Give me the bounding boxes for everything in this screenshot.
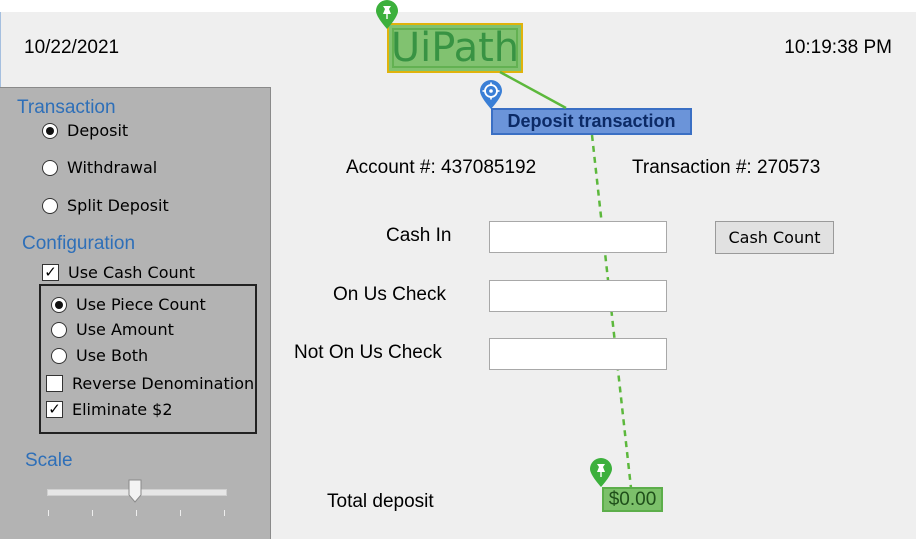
- eliminate-two-label: Eliminate $2: [72, 400, 173, 419]
- checkbox-unchecked-icon[interactable]: [46, 375, 63, 392]
- scale-section-title: Scale: [25, 450, 73, 471]
- radio-empty-icon[interactable]: [51, 321, 67, 338]
- total-deposit-value[interactable]: $0.00: [602, 487, 663, 512]
- radio-split-deposit-label: Split Deposit: [67, 196, 169, 215]
- radio-empty-icon[interactable]: [42, 197, 58, 214]
- radio-withdrawal[interactable]: Withdrawal: [42, 158, 157, 177]
- use-cash-count-label: Use Cash Count: [68, 263, 196, 282]
- slider-tick: [180, 510, 181, 516]
- slider-tick: [48, 510, 49, 516]
- use-amount-label: Use Amount: [76, 320, 174, 339]
- radio-use-amount[interactable]: Use Amount: [51, 320, 174, 339]
- checkbox-eliminate-two[interactable]: ✓ Eliminate $2: [46, 400, 173, 419]
- on-us-check-input[interactable]: [489, 280, 667, 312]
- radio-empty-icon[interactable]: [51, 347, 67, 364]
- radio-withdrawal-label: Withdrawal: [67, 158, 158, 177]
- slider-tick: [224, 510, 225, 516]
- cash-count-button[interactable]: Cash Count: [715, 221, 834, 254]
- cash-in-input[interactable]: [489, 221, 667, 253]
- radio-empty-icon[interactable]: [42, 159, 58, 176]
- pin-icon[interactable]: [588, 458, 614, 488]
- on-us-check-label: On Us Check: [333, 284, 446, 305]
- transaction-section-title: Transaction: [17, 97, 116, 118]
- cash-in-label: Cash In: [386, 225, 452, 246]
- radio-selected-icon[interactable]: [42, 122, 58, 139]
- radio-split-deposit[interactable]: Split Deposit: [42, 196, 169, 215]
- transaction-number-label: Transaction #: 270573: [632, 157, 821, 178]
- slider-tick: [92, 510, 93, 516]
- radio-deposit[interactable]: Deposit: [42, 121, 128, 140]
- use-both-label: Use Both: [76, 346, 149, 365]
- checkbox-reverse-denomination[interactable]: Reverse Denomination: [46, 374, 254, 393]
- checkbox-checked-icon[interactable]: ✓: [46, 401, 63, 418]
- checkbox-use-cash-count[interactable]: ✓ Use Cash Count: [42, 263, 195, 282]
- radio-selected-icon[interactable]: [51, 296, 67, 313]
- checkbox-checked-icon[interactable]: ✓: [42, 264, 59, 281]
- radio-use-both[interactable]: Use Both: [51, 346, 148, 365]
- slider-tick: [136, 510, 137, 516]
- not-on-us-check-label: Not On Us Check: [294, 342, 442, 363]
- account-number-label: Account #: 437085192: [346, 157, 537, 178]
- scale-slider-thumb[interactable]: [128, 479, 142, 503]
- radio-deposit-label: Deposit: [67, 121, 129, 140]
- configuration-section-title: Configuration: [22, 233, 136, 254]
- not-on-us-check-input[interactable]: [489, 338, 667, 370]
- reverse-denomination-label: Reverse Denomination: [72, 374, 255, 393]
- radio-use-piece-count[interactable]: Use Piece Count: [51, 295, 206, 314]
- use-piece-count-label: Use Piece Count: [76, 295, 206, 314]
- total-deposit-label: Total deposit: [327, 491, 434, 512]
